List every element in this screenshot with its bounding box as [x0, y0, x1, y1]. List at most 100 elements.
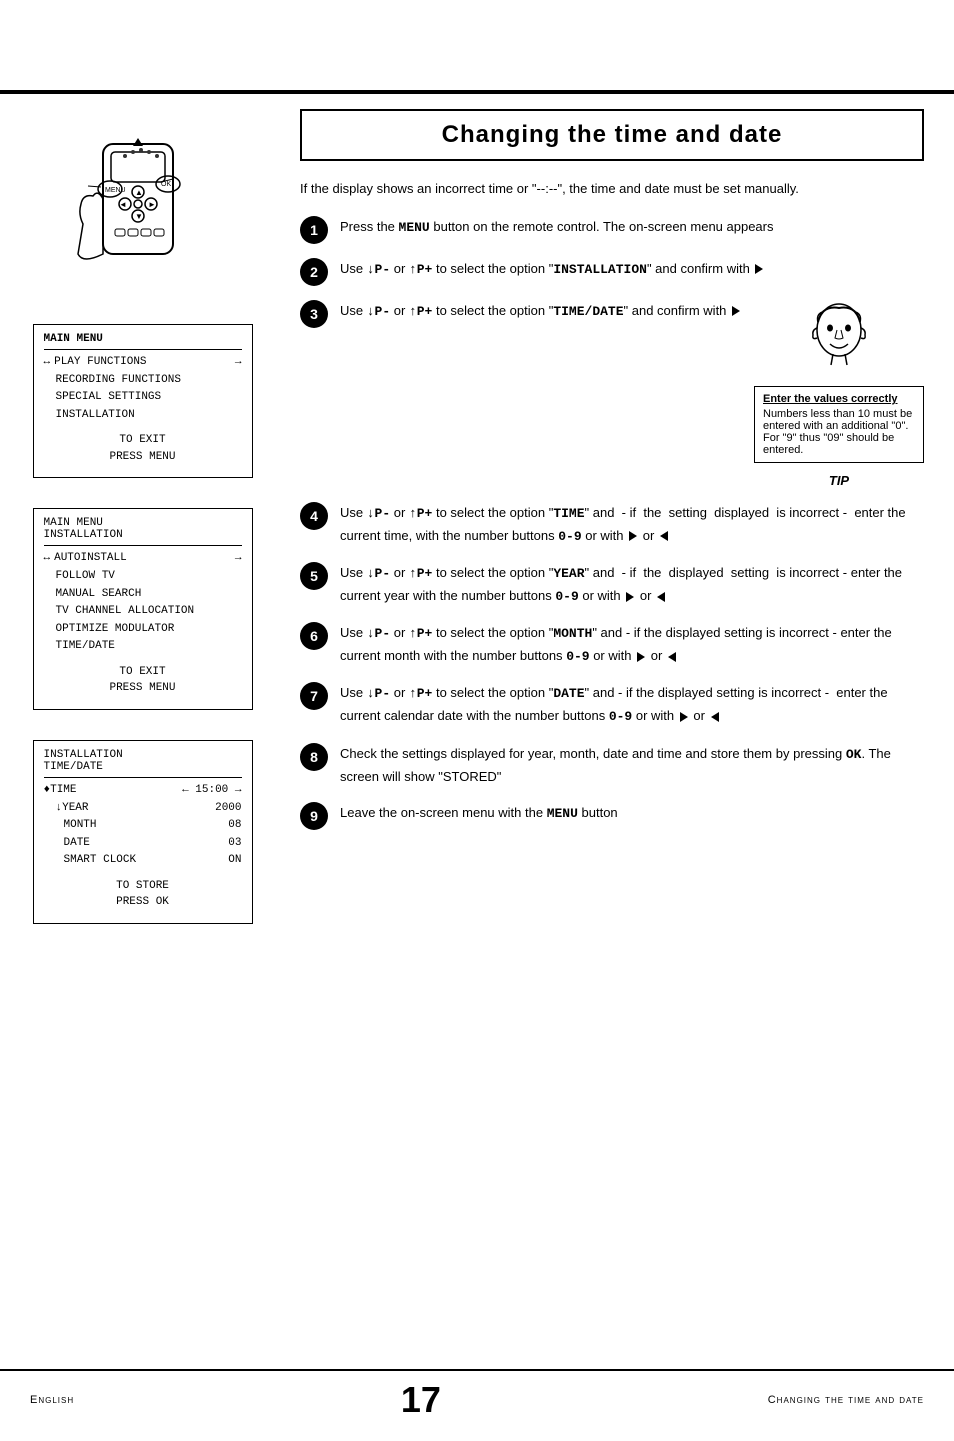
- content-area: MENU OK: [0, 94, 954, 944]
- step-6-option: MONTH: [553, 626, 592, 641]
- menu3-row-month: MONTH 08: [44, 817, 242, 835]
- menu1-item-2: RECORDING FUNCTIONS: [44, 372, 242, 390]
- menu2-item-4: TV CHANNEL ALLOCATION: [44, 603, 242, 621]
- menu2-title: MAIN MENU: [44, 517, 242, 529]
- step-7-content: Use ↓P- or ↑P+ to select the option "DAT…: [340, 682, 924, 728]
- step-3: 3 Use ↓P- or ↑P+ to select the option "T…: [300, 300, 744, 328]
- menu-box-3: INSTALLATION TIME/DATE ♦ TIME ← 15:00 → …: [33, 740, 253, 924]
- step-2-content: Use ↓P- or ↑P+ to select the option "INS…: [340, 258, 924, 281]
- step-4-content: Use ↓P- or ↑P+ to select the option "TIM…: [340, 502, 924, 548]
- step-8-number: 8: [300, 743, 328, 771]
- step-6-p-down: ↓P-: [367, 626, 390, 641]
- step-3-p-down: ↓P-: [367, 304, 390, 319]
- step-2: 2 Use ↓P- or ↑P+ to select the option "I…: [300, 258, 924, 286]
- intro-text: If the display shows an incorrect time o…: [300, 179, 924, 200]
- menu3-year-label: YEAR: [62, 800, 88, 818]
- menu-box-1: MAIN MENU ↔ PLAY FUNCTIONS → RECORDING F…: [33, 324, 253, 478]
- footer-page-number: 17: [401, 1379, 441, 1421]
- menu3-row-year: ↓ YEAR 2000: [44, 800, 242, 818]
- menu2-footer-2: PRESS MENU: [44, 680, 242, 697]
- menu2-arrow: ↔: [44, 550, 51, 568]
- step-4-arrow-l: [660, 531, 668, 541]
- menu3-smart-label: SMART CLOCK: [44, 852, 137, 870]
- footer-left: English: [30, 1394, 74, 1406]
- menu2-item-6: TIME/DATE: [44, 638, 242, 656]
- step-1-content: Press the MENU button on the remote cont…: [340, 216, 924, 239]
- menu1-footer: TO EXIT PRESS MENU: [44, 432, 242, 465]
- step-5-p-up: ↑P+: [409, 566, 432, 581]
- menu2-footer: TO EXIT PRESS MENU: [44, 664, 242, 697]
- menu1-title: MAIN MENU: [44, 333, 242, 345]
- menu3-subtitle: TIME/DATE: [44, 761, 242, 773]
- step-5-p-down: ↓P-: [367, 566, 390, 581]
- step-9-number: 9: [300, 802, 328, 830]
- menu2-divider: [44, 545, 242, 546]
- menu3-footer-1: TO STORE: [44, 878, 242, 895]
- step-2-number: 2: [300, 258, 328, 286]
- menu3-footer-2: PRESS OK: [44, 894, 242, 911]
- step-1: 1 Press the MENU button on the remote co…: [300, 216, 924, 244]
- menu3-items: ♦ TIME ← 15:00 → ↓ YEAR 2000 MONTH 08: [44, 782, 242, 870]
- step-7-p-up: ↑P+: [409, 686, 432, 701]
- tip-label: TIP: [829, 473, 849, 488]
- step-6-content: Use ↓P- or ↑P+ to select the option "MON…: [340, 622, 924, 668]
- step-4-option: TIME: [553, 506, 584, 521]
- menu2-footer-1: TO EXIT: [44, 664, 242, 681]
- step-6-buttons: 0-9: [566, 649, 589, 664]
- step-6-p-up: ↑P+: [409, 626, 432, 641]
- svg-text:▲: ▲: [135, 188, 143, 197]
- step-6-arrow-r: [637, 652, 645, 662]
- menu3-row-smart: SMART CLOCK ON: [44, 852, 242, 870]
- menu-box-2: MAIN MENU INSTALLATION ↔ AUTOINSTALL → F…: [33, 508, 253, 710]
- menu3-footer: TO STORE PRESS OK: [44, 878, 242, 911]
- step-7-arrow-r: [680, 712, 688, 722]
- tip-text: Numbers less than 10 must be entered wit…: [763, 408, 915, 456]
- menu3-year-value: 2000: [215, 800, 241, 818]
- step-5-arrow-l: [657, 592, 665, 602]
- step-3-content: Use ↓P- or ↑P+ to select the option "TIM…: [340, 300, 744, 323]
- menu1-item-4: INSTALLATION: [44, 407, 242, 425]
- menu2-subtitle: INSTALLATION: [44, 529, 242, 541]
- step-6-number: 6: [300, 622, 328, 650]
- step-1-number: 1: [300, 216, 328, 244]
- menu1-item-1-label: PLAY FUNCTIONS: [54, 354, 146, 372]
- step-3-number: 3: [300, 300, 328, 328]
- step-4-number: 4: [300, 502, 328, 530]
- step-6: 6 Use ↓P- or ↑P+ to select the option "M…: [300, 622, 924, 668]
- remote-illustration: MENU OK: [43, 114, 243, 294]
- menu1-footer-2: PRESS MENU: [44, 449, 242, 466]
- step-5-content: Use ↓P- or ↑P+ to select the option "YEA…: [340, 562, 924, 608]
- menu3-time-value: ← 15:00 →: [182, 782, 241, 800]
- step-9: 9 Leave the on-screen menu with the MENU…: [300, 802, 924, 830]
- svg-text:▼: ▼: [135, 212, 143, 221]
- step-1-menu-keyword: MENU: [399, 220, 430, 235]
- step-2-option: INSTALLATION: [553, 262, 647, 277]
- menu2-item-5: OPTIMIZE MODULATOR: [44, 621, 242, 639]
- step-2-p-down: ↓P-: [367, 262, 390, 277]
- menu3-row-time: ♦ TIME ← 15:00 →: [44, 782, 242, 800]
- menu3-smart-value: ON: [228, 852, 241, 870]
- footer-right: Changing the time and date: [768, 1394, 924, 1406]
- step-4-p-down: ↓P-: [367, 506, 390, 521]
- menu2-item-1-arrow: →: [235, 550, 242, 568]
- menu1-items: ↔ PLAY FUNCTIONS → RECORDING FUNCTIONS S…: [44, 354, 242, 424]
- step-7-p-down: ↓P-: [367, 686, 390, 701]
- menu3-time-label: TIME: [50, 782, 76, 800]
- menu1-item-3: SPECIAL SETTINGS: [44, 389, 242, 407]
- menu2-item-3: MANUAL SEARCH: [44, 586, 242, 604]
- step-5-arrow-r: [626, 592, 634, 602]
- page-title-box: Changing the time and date: [300, 109, 924, 161]
- svg-text:►: ►: [148, 200, 156, 209]
- step-4-arrow-r: [629, 531, 637, 541]
- step-5-buttons: 0-9: [555, 589, 578, 604]
- menu2-item-1: ↔ AUTOINSTALL →: [44, 550, 242, 568]
- menu1-arrow: ↔: [44, 354, 51, 372]
- step-8-content: Check the settings displayed for year, m…: [340, 743, 924, 788]
- svg-text:◄: ◄: [119, 200, 127, 209]
- menu1-divider: [44, 349, 242, 350]
- tip-title: Enter the values correctly: [763, 393, 915, 405]
- menu3-divider: [44, 777, 242, 778]
- menu3-time-bullet: ♦: [44, 782, 51, 800]
- step-3-area: 3 Use ↓P- or ↑P+ to select the option "T…: [300, 300, 924, 488]
- menu3-month-value: 08: [228, 817, 241, 835]
